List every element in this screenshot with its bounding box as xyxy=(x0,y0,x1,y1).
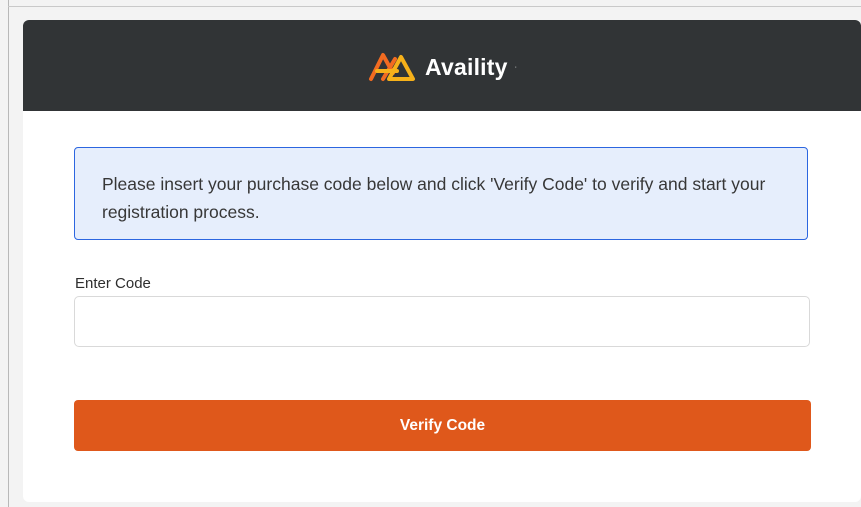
info-message-box: Please insert your purchase code below a… xyxy=(74,147,808,240)
info-message-text: Please insert your purchase code below a… xyxy=(102,174,766,222)
verification-card: Availity · Please insert your purchase co… xyxy=(23,20,861,502)
availity-logo-icon xyxy=(369,52,416,81)
page-left-border xyxy=(8,0,9,507)
availity-logo: Availity · xyxy=(367,49,517,87)
header-bar: Availity · xyxy=(23,20,861,111)
enter-code-label: Enter Code xyxy=(75,275,151,292)
purchase-code-input[interactable] xyxy=(74,296,810,347)
verify-code-button[interactable]: Verify Code xyxy=(74,400,811,451)
brand-name: Availity xyxy=(425,54,508,80)
page-top-border xyxy=(8,6,861,7)
brand-trademark: · xyxy=(514,64,517,71)
